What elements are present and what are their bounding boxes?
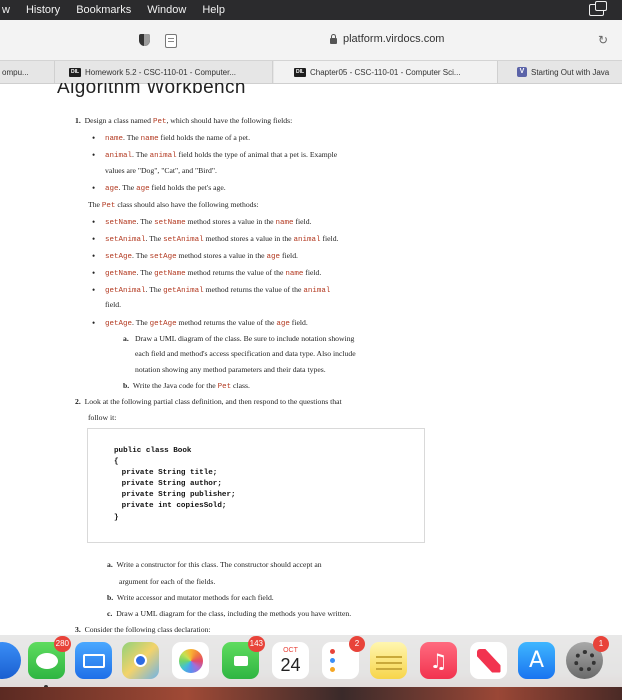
q2-part-a: a. Write a constructor for this class. T…: [107, 560, 322, 569]
menu-history[interactable]: History: [18, 0, 68, 20]
tab-label: Starting Out with Java: [531, 67, 610, 77]
q2-part-b: b. Write accessor and mutator methods fo…: [107, 593, 274, 602]
menu-bar: w History Bookmarks Window Help: [0, 0, 622, 20]
question-1: 1. Design a class named Pet, which shoul…: [75, 116, 293, 126]
tab-strip: ompu... DIL Homework 5.2 - CSC-110-01 - …: [0, 60, 622, 84]
lock-icon: [330, 33, 337, 44]
facetime-icon[interactable]: 143: [222, 636, 265, 679]
tab-label: ompu...: [2, 67, 29, 77]
question-2: 2. Look at the following partial class d…: [75, 397, 342, 406]
q1-part-b: b. Write the Java code for the Pet class…: [123, 381, 250, 391]
calendar-day: 24: [280, 655, 301, 675]
d2l-favicon-icon: DIL: [69, 67, 81, 77]
page-title: Algorithm Workbench: [57, 83, 246, 98]
method-setanimal: setAnimal. The setAnimal method stores a…: [105, 234, 339, 244]
field-animal: animal. The animal field holds the type …: [105, 150, 338, 160]
method-getname: getName. The getName method returns the …: [105, 268, 322, 278]
settings-badge: 1: [593, 636, 609, 652]
menu-help[interactable]: Help: [194, 0, 233, 20]
reminders-icon[interactable]: 2: [322, 636, 365, 679]
method-getanimal-continued: field.: [105, 300, 122, 309]
method-setage: setAge. The setAge method stores a value…: [105, 251, 298, 261]
photos-icon[interactable]: [172, 642, 209, 679]
system-preferences-icon[interactable]: 1: [566, 636, 609, 679]
q1-part-a-line3: notation showing any method parameters a…: [135, 365, 326, 374]
tab-label: Homework 5.2 - CSC-110-01 - Computer...: [85, 67, 237, 77]
code-line-2: {: [114, 458, 119, 466]
code-line-3: private String title;: [108, 469, 218, 477]
screen-mirroring-icon[interactable]: [589, 1, 607, 16]
method-getanimal: getAnimal. The getAnimal method returns …: [105, 285, 331, 295]
notes-icon[interactable]: [370, 642, 407, 679]
address-bar[interactable]: platform.virdocs.com: [330, 33, 444, 45]
menu-window[interactable]: Window: [139, 0, 194, 20]
browser-toolbar: platform.virdocs.com ↻: [0, 20, 622, 60]
menu-view[interactable]: w: [0, 0, 18, 20]
reminders-badge: 2: [349, 636, 365, 652]
vitalsource-favicon-icon: V: [517, 67, 527, 77]
calendar-icon[interactable]: OCT 24: [272, 642, 309, 679]
tab-homework[interactable]: DIL Homework 5.2 - CSC-110-01 - Computer…: [53, 61, 273, 83]
tab-starting-out-java[interactable]: V Starting Out with Java: [499, 61, 622, 83]
q1-part-a-line2: each field and method's access specifica…: [135, 349, 356, 358]
field-animal-continued: values are "Dog", "Cat", and "Bird".: [105, 166, 217, 175]
tab-computer[interactable]: ompu...: [0, 61, 55, 83]
calendar-month: OCT: [283, 647, 298, 654]
mail-icon[interactable]: [75, 642, 112, 679]
news-icon[interactable]: [470, 642, 507, 679]
document-page: Algorithm Workbench 1. Design a class na…: [0, 83, 622, 635]
q2-part-a-continued: argument for each of the fields.: [119, 577, 216, 586]
tab-chapter05[interactable]: DIL Chapter05 - CSC-110-01 - Computer Sc…: [274, 61, 498, 83]
field-age: age. The age field holds the pet's age.: [105, 183, 226, 193]
privacy-shield-icon[interactable]: [139, 34, 150, 46]
code-line-1: public class Book: [114, 447, 192, 455]
code-line-7: }: [114, 514, 119, 522]
code-line-5: private String publisher;: [108, 491, 236, 499]
question-2-continued: follow it:: [88, 413, 117, 422]
method-getage: getAge. The getAge method returns the va…: [105, 318, 308, 328]
music-icon[interactable]: ♫: [420, 642, 457, 679]
menu-bookmarks[interactable]: Bookmarks: [68, 0, 139, 20]
messages-icon[interactable]: 280: [28, 636, 71, 679]
methods-intro: The Pet class should also have the follo…: [88, 200, 259, 210]
q1-part-a-label: a.: [123, 334, 129, 343]
q1-part-a-line1: Draw a UML diagram of the class. Be sure…: [135, 334, 355, 343]
desktop-wallpaper: [0, 687, 622, 700]
field-name: name. The name field holds the name of a…: [105, 133, 250, 143]
app-store-icon[interactable]: A: [518, 642, 555, 679]
code-line-6: private int copiesSold;: [108, 502, 227, 510]
url-text: platform.virdocs.com: [343, 33, 445, 45]
question-3: 3. Consider the following class declarat…: [75, 625, 211, 634]
messages-badge: 280: [53, 636, 71, 652]
reload-icon[interactable]: ↻: [598, 33, 608, 47]
code-line-4: private String author;: [108, 480, 222, 488]
method-setname: setName. The setName method stores a val…: [105, 217, 312, 227]
facetime-badge: 143: [247, 636, 265, 652]
d2l-favicon-icon: DIL: [294, 67, 306, 77]
tab-label: Chapter05 - CSC-110-01 - Computer Sci...: [310, 67, 461, 77]
page-menu-icon[interactable]: [165, 34, 177, 48]
maps-icon[interactable]: [122, 642, 159, 679]
q2-part-c: c. Draw a UML diagram for the class, inc…: [107, 609, 352, 618]
